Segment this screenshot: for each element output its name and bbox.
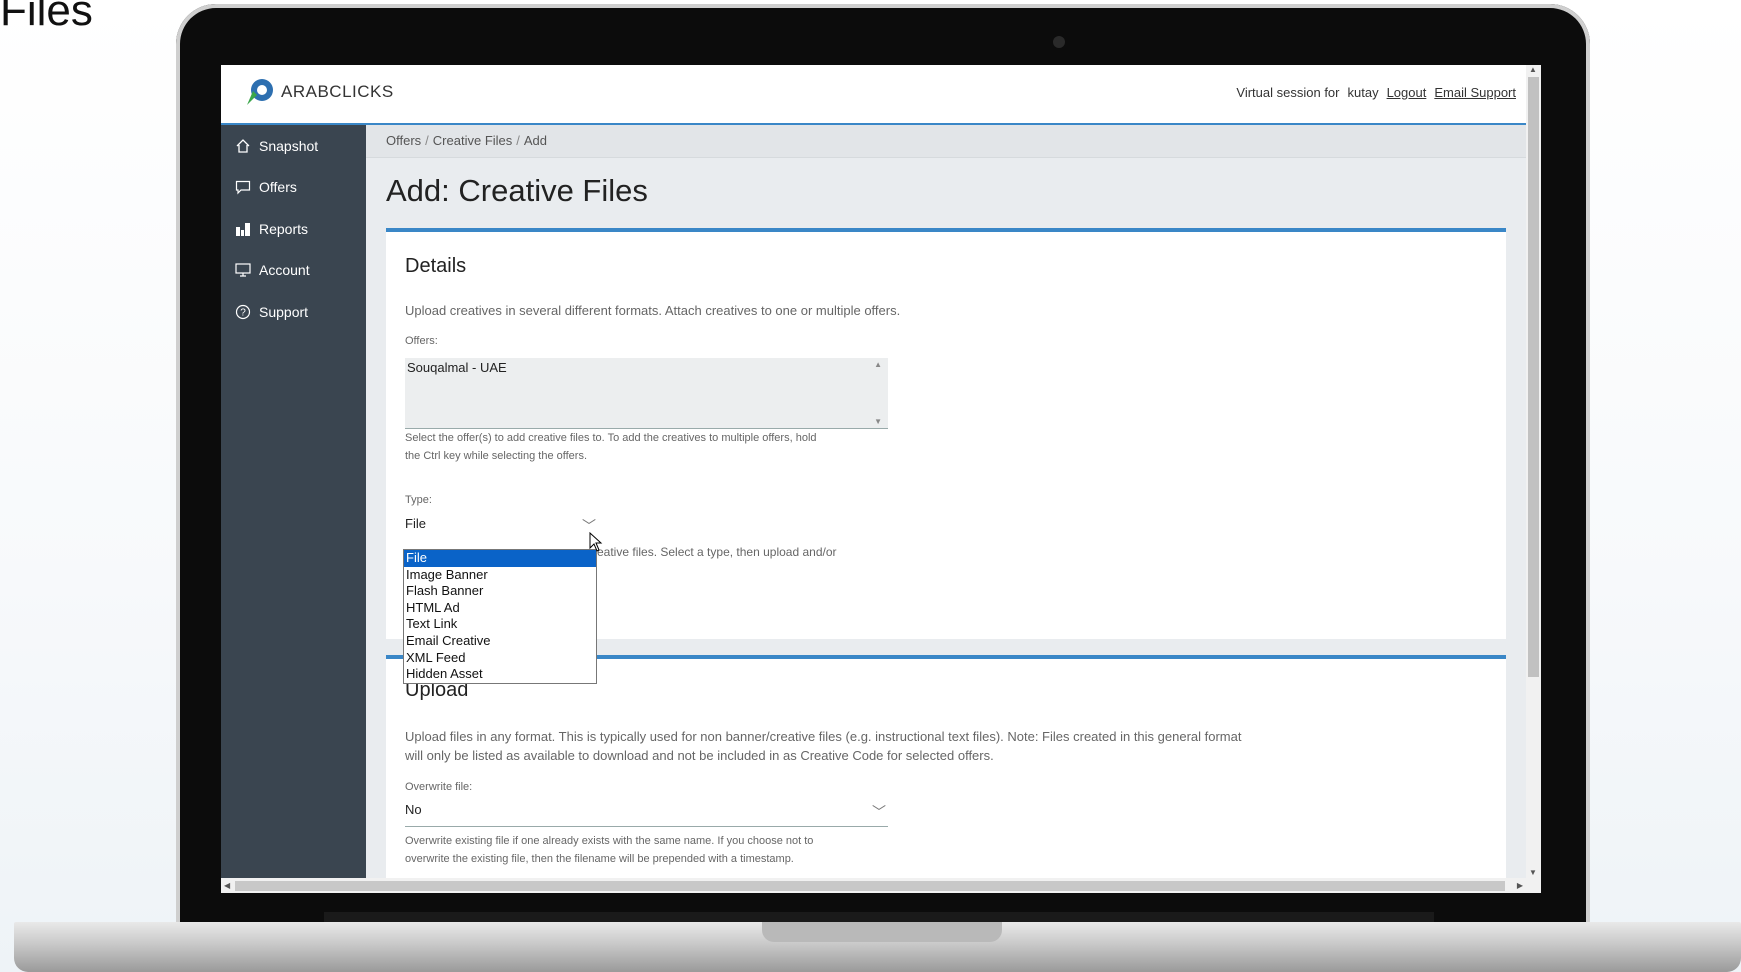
app-header: ARABCLICKS Virtual session for kutay Log… [221, 65, 1526, 125]
sidebar-item-label: Account [259, 262, 310, 279]
vertical-scroll-thumb[interactable] [1528, 77, 1539, 677]
sidebar-item-reports[interactable]: Reports [221, 208, 366, 250]
type-select[interactable]: File ﹀ [405, 516, 598, 540]
type-help: eative files. Select a type, then upload… [597, 545, 837, 559]
breadcrumb: Offers / Creative Files / Add [366, 125, 1526, 158]
scroll-left-arrow-icon[interactable]: ◀ [224, 881, 230, 890]
upload-description-line1: Upload files in any format. This is typi… [405, 729, 1242, 744]
horizontal-scrollbar[interactable]: ◀ ▶ [221, 878, 1526, 893]
main-content: Offers / Creative Files / Add Add: Creative … [366, 125, 1526, 893]
scroll-right-arrow-icon[interactable]: ▶ [1517, 881, 1523, 890]
breadcrumb-offers[interactable]: Offers [386, 133, 421, 148]
slide-title: Files [0, 0, 93, 35]
breadcrumb-creative-files[interactable]: Creative Files [433, 133, 512, 148]
type-option-hidden-asset[interactable]: Hidden Asset [404, 666, 596, 683]
camera-icon [1053, 36, 1065, 48]
sidebar-item-label: Support [259, 303, 309, 320]
sidebar-item-account[interactable]: Account [221, 250, 366, 292]
type-option-email-creative[interactable]: Email Creative [404, 633, 596, 650]
offers-help-line2: the Ctrl key while selecting the offers. [405, 450, 587, 462]
breadcrumb-add: Add [523, 133, 548, 148]
sidebar-item-snapshot[interactable]: Snapshot [221, 125, 366, 167]
home-icon [235, 138, 251, 154]
overwrite-select[interactable]: No ﹀ [405, 802, 888, 827]
type-option-image-banner[interactable]: Image Banner [404, 567, 596, 584]
sidebar-item-label: Reports [259, 220, 309, 237]
arabclicks-logo[interactable]: ARABCLICKS [245, 77, 394, 107]
type-option-html-ad[interactable]: HTML Ad [404, 600, 596, 617]
bar-chart-icon [235, 221, 251, 237]
overwrite-help-line1: Overwrite existing file if one already e… [405, 835, 814, 847]
scroll-down-icon[interactable]: ▼ [874, 417, 882, 426]
question-circle-icon: ? [235, 304, 251, 320]
scroll-up-icon[interactable]: ▲ [874, 360, 882, 369]
logo-icon [245, 77, 275, 107]
details-heading: Details [405, 255, 467, 277]
header-nav: Virtual session for kutay Logout Email S… [1236, 85, 1516, 100]
monitor-icon [235, 262, 251, 278]
offers-label: Offers: [405, 335, 438, 347]
upload-description-line2: will only be listed as available to down… [405, 748, 994, 763]
horizontal-scroll-thumb[interactable] [235, 881, 1505, 891]
type-dropdown-list[interactable]: File Image Banner Flash Banner HTML Ad T… [403, 549, 597, 684]
sidebar-item-support[interactable]: ? Support [221, 291, 366, 333]
type-option-file[interactable]: File [404, 550, 596, 567]
session-label: Virtual session for [1236, 85, 1340, 100]
details-description: Upload creatives in several different fo… [405, 303, 901, 318]
type-option-flash-banner[interactable]: Flash Banner [404, 583, 596, 600]
email-support-link[interactable]: Email Support [1434, 85, 1516, 100]
vertical-scrollbar[interactable]: ▲ ▼ [1526, 65, 1541, 893]
scroll-up-arrow-icon[interactable]: ▲ [1529, 65, 1537, 74]
overwrite-select-value: No [405, 802, 422, 817]
browser-screen: ARABCLICKS Virtual session for kutay Log… [221, 65, 1541, 893]
sidebar-item-label: Snapshot [259, 137, 319, 154]
type-label: Type: [405, 494, 432, 506]
chat-bubble-icon [235, 179, 251, 195]
overwrite-help-line2: overwrite the existing file, then the fi… [405, 853, 794, 865]
sidebar-item-offers[interactable]: Offers [221, 167, 366, 209]
sidebar: Snapshot Offers Reports Account ? Suppor… [221, 125, 366, 893]
chevron-down-icon: ﹀ [872, 804, 886, 820]
upload-card: Upload Upload files in any format. This … [386, 655, 1506, 893]
type-select-value: File [405, 516, 426, 531]
offer-option[interactable]: Souqalmal - UAE [405, 358, 888, 377]
svg-text:?: ? [240, 307, 246, 318]
scroll-down-arrow-icon[interactable]: ▼ [1529, 868, 1537, 877]
session-user: kutay [1347, 85, 1379, 100]
logout-link[interactable]: Logout [1387, 85, 1427, 100]
mouse-cursor-icon [589, 531, 603, 557]
laptop-notch [762, 922, 1002, 942]
sidebar-item-label: Offers [259, 179, 297, 196]
type-option-text-link[interactable]: Text Link [404, 616, 596, 633]
overwrite-label: Overwrite file: [405, 781, 473, 793]
page-title: Add: Creative Files [386, 173, 648, 208]
offers-help-line1: Select the offer(s) to add creative file… [405, 432, 817, 444]
logo-text: ARABCLICKS [281, 82, 394, 101]
type-option-xml-feed[interactable]: XML Feed [404, 650, 596, 667]
offers-multiselect[interactable]: Souqalmal - UAE ▲ ▼ [405, 358, 888, 429]
